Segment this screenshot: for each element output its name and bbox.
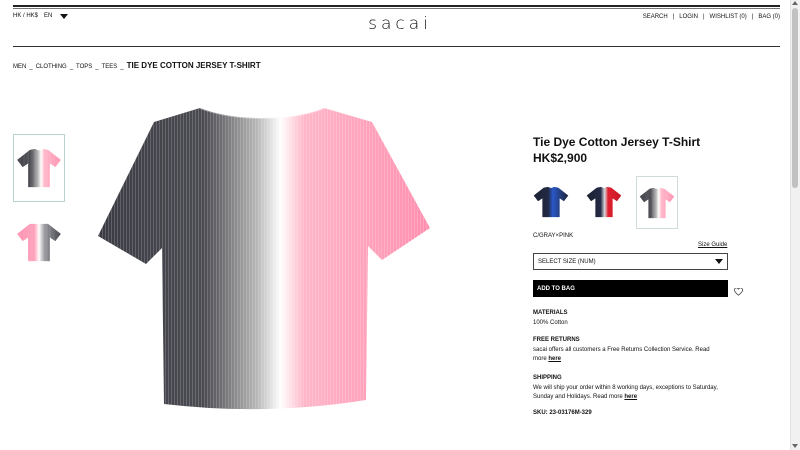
tshirt-back-image — [17, 223, 61, 262]
size-select-dropdown[interactable]: SELECT SIZE (NUM) — [533, 253, 728, 270]
product-thumbnail-front[interactable] — [13, 134, 65, 202]
product-main-image[interactable] — [96, 104, 432, 416]
shipping-link[interactable]: here — [624, 394, 637, 400]
heart-icon[interactable] — [734, 283, 743, 301]
color-swatch-navy-red[interactable] — [584, 178, 624, 226]
size-select-value: SELECT SIZE (NUM) — [538, 258, 596, 265]
breadcrumb-separator: _ — [69, 64, 74, 70]
product-sku: SKU: 23-03176M-329 — [533, 410, 592, 416]
tshirt-navy-blue-image — [533, 186, 569, 218]
materials-text: 100% Cotton — [533, 320, 568, 326]
scroll-up-arrow-icon[interactable] — [792, 1, 798, 5]
product-title: Tie Dye Cotton Jersey T-Shirt — [533, 135, 701, 149]
free-returns-heading: FREE RETURNS — [533, 337, 580, 343]
breadcrumb-tops[interactable]: TOPS — [76, 64, 92, 70]
selected-color-label: C/GRAY×PINK — [533, 233, 574, 239]
shipping-heading: SHIPPING — [533, 375, 562, 381]
page-scrollbar[interactable] — [790, 0, 800, 450]
chevron-down-icon — [715, 259, 723, 264]
product-thumbnail-back[interactable] — [13, 208, 65, 276]
search-link[interactable]: SEARCH — [643, 14, 668, 20]
top-rule — [13, 5, 780, 7]
breadcrumb: MEN _ CLOTHING _ TOPS _ TEES _ TIE DYE C… — [13, 61, 261, 70]
free-returns-text: sacai offers all customers a Free Return… — [533, 346, 723, 364]
nav-separator: | — [672, 14, 675, 20]
top-navigation: SEARCH | LOGIN | WISHLIST (0) | BAG (0) — [643, 14, 780, 20]
scrollbar-thumb[interactable] — [792, 8, 798, 188]
color-swatch-gray-pink-selected[interactable] — [636, 176, 678, 229]
add-to-bag-button[interactable]: ADD TO BAG — [533, 280, 728, 297]
breadcrumb-current: TIE DYE COTTON JERSEY T-SHIRT — [126, 61, 261, 70]
free-returns-link[interactable]: here — [548, 356, 561, 362]
breadcrumb-tees[interactable]: TEES — [102, 64, 118, 70]
wishlist-link[interactable]: WISHLIST (0) — [710, 14, 747, 20]
shipping-text: We will ship your order within 8 working… — [533, 384, 723, 402]
breadcrumb-separator: _ — [95, 64, 99, 70]
color-swatch-navy-blue[interactable] — [531, 178, 571, 226]
top-rule-thin — [13, 8, 780, 9]
materials-heading: MATERIALS — [533, 310, 568, 316]
nav-separator: | — [702, 14, 705, 20]
breadcrumb-separator: _ — [120, 64, 124, 70]
breadcrumb-men[interactable]: MEN — [13, 64, 26, 70]
tshirt-front-image — [17, 148, 61, 188]
bag-link[interactable]: BAG (0) — [758, 14, 780, 20]
breadcrumb-clothing[interactable]: CLOTHING — [36, 64, 67, 70]
size-guide-link[interactable]: Size Guide — [698, 242, 727, 248]
login-link[interactable]: LOGIN — [679, 14, 698, 20]
nav-separator: | — [751, 14, 754, 20]
header-divider — [13, 46, 780, 47]
tshirt-gray-pink-image — [639, 187, 675, 218]
breadcrumb-separator: _ — [29, 64, 33, 70]
scroll-down-arrow-icon[interactable] — [792, 444, 798, 448]
product-price: HK$2,900 — [533, 151, 588, 165]
tshirt-navy-red-image — [586, 186, 622, 218]
